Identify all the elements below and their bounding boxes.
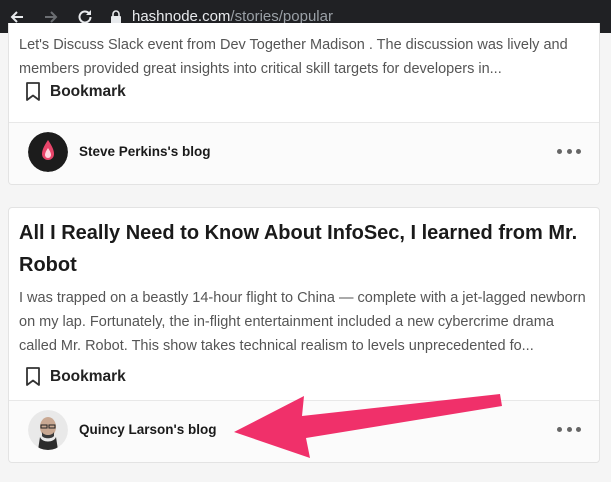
lock-icon: [110, 9, 122, 24]
dot-icon: [557, 148, 562, 154]
story-excerpt[interactable]: Let's Discuss Slack event from Dev Toget…: [19, 33, 587, 81]
bookmark-icon: [25, 81, 41, 102]
more-options-button[interactable]: [557, 419, 581, 439]
avatar[interactable]: [28, 132, 68, 172]
dot-icon: [566, 148, 572, 154]
story-card: Let's Discuss Slack event from Dev Toget…: [8, 23, 600, 185]
blog-name[interactable]: Steve Perkins's blog: [79, 144, 211, 159]
dot-icon: [576, 426, 581, 432]
dot-icon: [557, 426, 562, 432]
more-options-button[interactable]: [557, 141, 581, 161]
annotation-arrow-icon: [234, 394, 502, 458]
story-feed: Let's Discuss Slack event from Dev Toget…: [0, 23, 611, 482]
bookmark-icon: [25, 366, 41, 387]
dot-icon: [576, 148, 581, 154]
bookmark-button[interactable]: Bookmark: [25, 81, 126, 102]
blog-name[interactable]: Quincy Larson's blog: [79, 422, 216, 437]
bookmark-label: Bookmark: [50, 367, 126, 385]
bookmark-button[interactable]: Bookmark: [25, 366, 126, 387]
story-excerpt[interactable]: I was trapped on a beastly 14-hour fligh…: [19, 286, 587, 358]
story-footer: Steve Perkins's blog: [9, 122, 599, 184]
bookmark-label: Bookmark: [50, 82, 126, 100]
dot-icon: [566, 426, 572, 432]
story-title[interactable]: All I Really Need to Know About InfoSec,…: [19, 217, 587, 281]
avatar[interactable]: [28, 410, 68, 450]
